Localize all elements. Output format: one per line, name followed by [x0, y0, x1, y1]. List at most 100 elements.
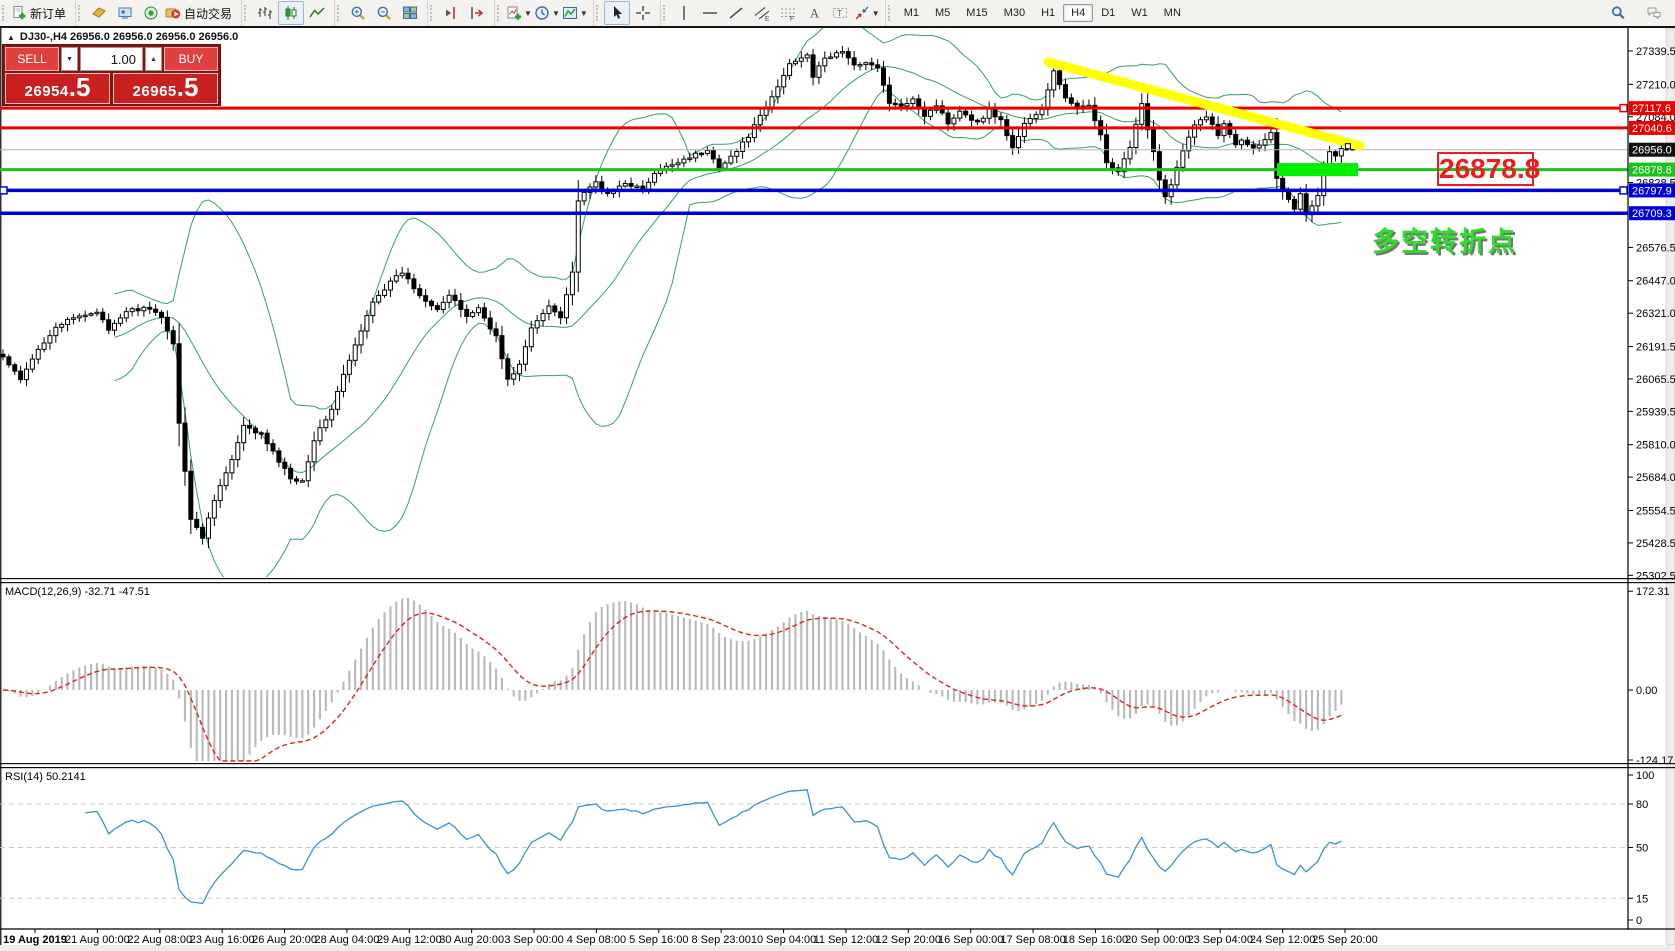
fibo-icon: F [780, 5, 796, 21]
line-chart-icon [309, 5, 325, 21]
candle-body [917, 99, 921, 107]
candle-body [582, 192, 586, 201]
time-tick-label: 21 Aug 00:00 [65, 934, 130, 946]
candle-body [952, 118, 956, 124]
pane-separator[interactable] [0, 767, 1675, 768]
tf-mn[interactable]: MN [1156, 4, 1189, 22]
candle-chart-button[interactable] [278, 1, 304, 25]
candle-body [1222, 124, 1226, 136]
new-order-button[interactable]: 新订单 [10, 1, 71, 25]
zoom-in-button[interactable] [345, 1, 371, 25]
axis-tick-label: 50 [1636, 843, 1648, 855]
tile-windows-button[interactable] [397, 1, 423, 25]
candle-body [694, 153, 698, 158]
time-tick-label: 23 Aug 16:00 [190, 934, 255, 946]
zoom-out-button[interactable] [371, 1, 397, 25]
toolbar-group: M1M5M15M30H1H4D1W1MN [885, 0, 1193, 26]
volume-down-button[interactable]: ▼ [61, 47, 78, 71]
volume-up-button[interactable]: ▲ [145, 47, 162, 71]
indicators-icon [506, 5, 522, 21]
candle-body [42, 343, 46, 349]
tf-h1[interactable]: H1 [1033, 4, 1063, 22]
tf-m30[interactable]: M30 [996, 4, 1033, 22]
price-badge-label: 26878.8 [1632, 165, 1672, 177]
indicators-button[interactable]: ▼ [505, 1, 533, 25]
candle-body [89, 314, 93, 316]
candle-body [447, 295, 451, 302]
axis-tick-label: 26191.5 [1636, 341, 1675, 353]
price-annotation-box[interactable]: 26878.8 [1437, 152, 1534, 186]
hline-button[interactable] [697, 1, 723, 25]
bar-chart-button[interactable] [252, 1, 278, 25]
candle-body [647, 182, 651, 189]
tf-m15[interactable]: M15 [958, 4, 995, 22]
chart-shift-button[interactable] [438, 1, 464, 25]
arrows-button[interactable]: ▼ [853, 1, 881, 25]
candle-body [171, 331, 175, 344]
cursor-button[interactable] [604, 1, 630, 25]
candle-body [189, 471, 193, 519]
hline-handle[interactable] [0, 187, 7, 194]
quotes-button[interactable] [86, 1, 112, 25]
cursor-icon [609, 5, 625, 21]
time-tick-label: 8 Sep 23:00 [692, 934, 751, 946]
candle-body [928, 110, 932, 116]
toolbar-right-group [1605, 1, 1675, 25]
one-click-collapse-icon[interactable]: ▲ [7, 33, 15, 42]
chart-background [0, 26, 1675, 951]
tf-m1[interactable]: M1 [896, 4, 927, 22]
candle-body [494, 329, 498, 336]
candle-body [183, 423, 187, 471]
green-zone-rectangle[interactable] [1277, 163, 1358, 176]
tf-h4[interactable]: H4 [1063, 4, 1093, 22]
vline-button[interactable] [671, 1, 697, 25]
search-button[interactable] [1605, 1, 1631, 25]
hline-handle[interactable] [1620, 187, 1627, 194]
pane-separator[interactable] [0, 763, 1675, 764]
chart-canvas[interactable]: 27339.527210.027084.026828.526576.526447… [0, 0, 1675, 951]
text-button[interactable]: A [801, 1, 827, 25]
buy-button[interactable]: BUY [164, 47, 218, 71]
hline-handle[interactable] [1620, 105, 1627, 112]
candle-body [905, 104, 909, 106]
candle-body [277, 451, 281, 462]
candle-body [83, 315, 87, 316]
candle-body [148, 307, 152, 309]
candle-body [66, 319, 70, 324]
cn-annotation-label[interactable]: 多空转折点 [1372, 220, 1517, 259]
label-button[interactable]: T [827, 1, 853, 25]
fibo-button[interactable]: F [775, 1, 801, 25]
sell-button[interactable]: SELL [5, 47, 59, 71]
pane-separator[interactable] [0, 578, 1675, 579]
sell-price-button[interactable]: 26954 .5 [5, 73, 110, 104]
tile-windows-icon [402, 5, 418, 21]
channel-button[interactable]: E [749, 1, 775, 25]
buy-price-button[interactable]: 26965 .5 [113, 73, 218, 104]
crosshair-button[interactable] [630, 1, 656, 25]
pane-separator[interactable] [0, 582, 1675, 583]
autotrade-button[interactable]: 自动交易 [164, 1, 237, 25]
macd-label: MACD(12,26,9) -32.71 -47.51 [5, 586, 150, 598]
candle-body [24, 369, 28, 379]
candle-body [101, 312, 105, 319]
data-window-button[interactable] [138, 1, 164, 25]
candle-body [758, 115, 762, 124]
tf-w1[interactable]: W1 [1123, 4, 1156, 22]
axis-tick-label: 0.00 [1636, 685, 1657, 697]
line-chart-button[interactable] [304, 1, 330, 25]
market-watch-button[interactable] [112, 1, 138, 25]
axis-tick-label: 26576.5 [1636, 242, 1675, 254]
templates-button[interactable]: ▼ [561, 1, 589, 25]
community-button[interactable] [1641, 1, 1667, 25]
candle-body [653, 173, 657, 182]
trendline-button[interactable] [723, 1, 749, 25]
axis-tick-label: 26447.0 [1636, 276, 1675, 288]
tf-m5[interactable]: M5 [927, 4, 958, 22]
volume-input[interactable]: 1.00 [80, 47, 143, 71]
periods-button[interactable]: ▼ [533, 1, 561, 25]
auto-scroll-button[interactable] [464, 1, 490, 25]
trendline-icon [728, 5, 744, 21]
candle-body [383, 290, 387, 295]
tf-d1[interactable]: D1 [1093, 4, 1123, 22]
candle-body [330, 409, 334, 420]
